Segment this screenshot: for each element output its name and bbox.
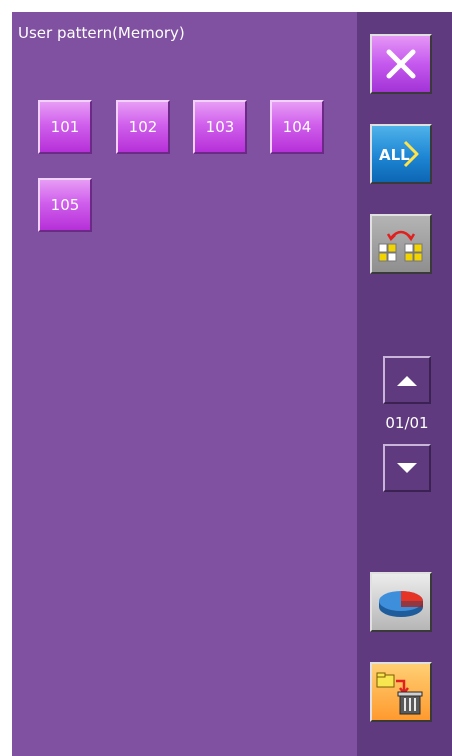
pattern-button-105[interactable]: 105: [38, 178, 92, 232]
page-indicator: 01/01: [385, 414, 429, 432]
close-icon: [386, 49, 416, 79]
page-title: User pattern(Memory): [18, 24, 185, 42]
pattern-button-104[interactable]: 104: [270, 100, 324, 154]
folder-to-trash-icon: [376, 672, 423, 715]
page-up-button[interactable]: [383, 356, 431, 404]
close-button[interactable]: [370, 34, 432, 94]
select-all-label: ALL: [379, 146, 410, 164]
triangle-down-icon: [397, 463, 417, 473]
usage-chart-button[interactable]: [370, 572, 432, 632]
pattern-button-102[interactable]: 102: [116, 100, 170, 154]
swap-pattern-icon: [378, 230, 423, 262]
swap-pattern-button[interactable]: [370, 214, 432, 274]
select-all-button[interactable]: ALL: [370, 124, 432, 184]
page-down-button[interactable]: [383, 444, 431, 492]
triangle-up-icon: [397, 376, 417, 386]
delete-button[interactable]: [370, 662, 432, 722]
select-all-icon: ALL: [379, 140, 419, 168]
pattern-button-103[interactable]: 103: [193, 100, 247, 154]
pie-chart-icon: [379, 591, 423, 617]
pattern-button-101[interactable]: 101: [38, 100, 92, 154]
